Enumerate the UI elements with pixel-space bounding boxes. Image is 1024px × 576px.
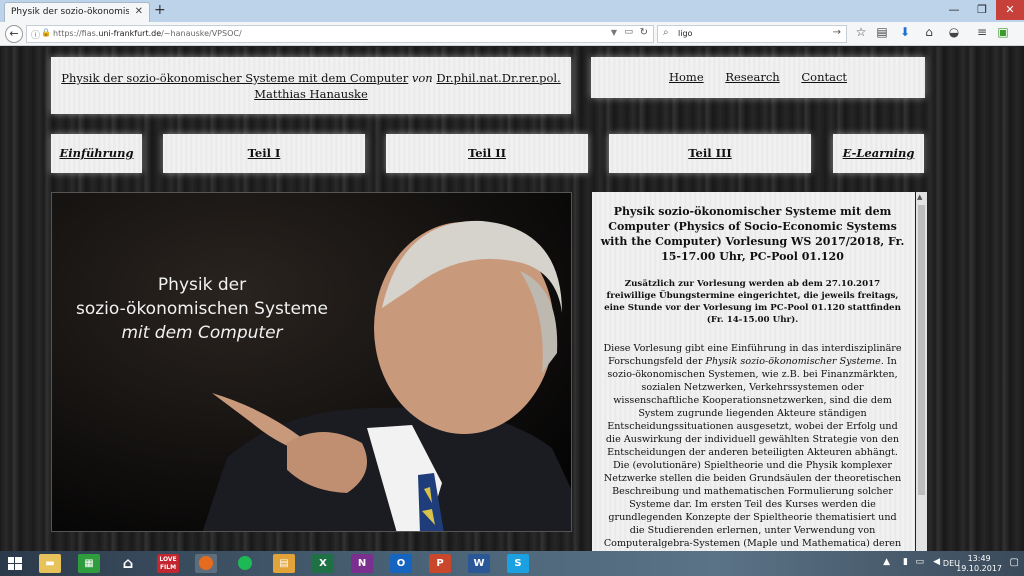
extension-icon[interactable]: ▣ [995, 25, 1011, 39]
bookmark-star-icon[interactable]: ☆ [853, 25, 869, 39]
search-go-icon[interactable]: → [833, 27, 841, 38]
windows-start-icon[interactable] [2, 553, 28, 574]
body-text-rest: . In sozio-ökonomischen Systemen, wie z.… [603, 356, 902, 549]
url-bar[interactable]: ⓘ 🔒 https://fias.uni-frankfurt.de/~hanau… [26, 25, 654, 43]
tray-arrow-icon[interactable]: ▲ [883, 557, 890, 567]
browser-tab[interactable]: Physik der sozio-ökonomische… ✕ [4, 2, 150, 22]
nav-link-research[interactable]: Research [725, 70, 779, 84]
scroll-up-icon[interactable]: ▲ [917, 193, 922, 201]
tab-teil-3[interactable]: Teil III [609, 134, 811, 173]
new-tab-button[interactable]: + [154, 2, 166, 18]
tab-teil-1[interactable]: Teil I [163, 134, 365, 173]
outlook-icon[interactable]: O [390, 554, 412, 573]
back-button[interactable]: ← [5, 25, 23, 43]
title-connector: von [411, 71, 433, 85]
url-dropdown-icon[interactable]: ▼ [611, 28, 617, 37]
tab-einfuehrung[interactable]: Einführung [51, 134, 142, 173]
hero-caption-line-3: mit dem Computer [121, 323, 283, 343]
maximize-button[interactable]: ❐ [968, 0, 996, 20]
hero-caption-line-1: Physik der [157, 275, 247, 295]
hero-caption: Physik der sozio-ökonomischen Systeme mi… [52, 273, 352, 345]
web-page: Physik der sozio-ökonomischer Systeme mi… [0, 47, 1024, 551]
tab-title: Physik der sozio-ökonomische… [11, 7, 129, 17]
clock[interactable]: 13:49 19.10.2017 [956, 554, 1002, 574]
browser-nav-bar: ← ⓘ 🔒 https://fias.uni-frankfurt.de/~han… [0, 22, 1024, 46]
portrait-illustration [52, 193, 571, 531]
spotify-icon[interactable] [234, 554, 256, 573]
hero-caption-line-2: sozio-ökonomischen Systeme [75, 299, 329, 319]
site-title-panel: Physik der sozio-ökonomischer Systeme mi… [51, 57, 571, 114]
lovefilm-icon[interactable]: LOVE FILM [157, 554, 179, 573]
volume-icon[interactable]: ◀ [933, 557, 940, 567]
word-icon[interactable]: W [468, 554, 490, 573]
search-icon: ⌕ [663, 27, 669, 38]
body-text-italic: Physik sozio-ökonomischer Systeme [705, 356, 881, 367]
tab-e-learning[interactable]: E-Learning [833, 134, 924, 173]
onenote-icon[interactable]: N [351, 554, 373, 573]
close-window-button[interactable]: ✕ [996, 0, 1024, 20]
search-value: ligo [678, 29, 693, 38]
minimize-button[interactable]: — [940, 0, 968, 20]
tab-teil-2[interactable]: Teil II [386, 134, 588, 173]
notifications-icon[interactable]: ▢ [1010, 557, 1019, 568]
library-icon[interactable]: ▤ [874, 25, 890, 39]
file-explorer-icon[interactable]: ▬ [39, 554, 61, 573]
site-title-link[interactable]: Physik der sozio-ökonomischer Systeme mi… [61, 71, 408, 85]
excel-icon[interactable]: X [312, 554, 334, 573]
content-body: Diese Vorlesung gibt eine Einführung in … [600, 342, 905, 551]
taskbar: ▬ ▦ ⌂ LOVE FILM ▤ X N O P W S ▲ ▮ ▭ ◀ DE… [0, 551, 1024, 576]
author-line-2: Matthias Hanauske [254, 87, 368, 101]
search-input[interactable]: ⌕ ligo → [657, 25, 847, 43]
content-notice: Zusätzlich zur Vorlesung werden ab dem 2… [604, 279, 901, 325]
content-scrollbar[interactable]: ▲ [916, 192, 927, 551]
main-nav: Home Research Contact [591, 57, 925, 98]
content-panel: Physik sozio-ökonomischer Systeme mit de… [592, 192, 915, 551]
scroll-thumb[interactable] [918, 205, 925, 495]
lock-icon: 🔒 [41, 28, 51, 37]
nav-link-contact[interactable]: Contact [801, 70, 847, 84]
info-icon[interactable]: ⓘ [31, 28, 40, 41]
reader-view-icon[interactable]: ▭ [624, 27, 633, 37]
reload-icon[interactable]: ↻ [640, 27, 648, 38]
pocket-icon[interactable]: ◒ [946, 25, 962, 39]
powerpoint-icon[interactable]: P [429, 554, 451, 573]
battery-icon[interactable]: ▮ [903, 557, 908, 567]
content-heading: Physik sozio-ökonomischer Systeme mit de… [600, 205, 905, 263]
hero-image: Physik der sozio-ökonomischen Systeme mi… [51, 192, 572, 532]
network-icon[interactable]: ▭ [915, 557, 924, 567]
home-app-icon[interactable]: ⌂ [117, 554, 139, 573]
skype-icon[interactable]: S [507, 554, 529, 573]
firefox-icon[interactable] [195, 554, 217, 573]
notes-icon[interactable]: ▤ [273, 554, 295, 573]
nav-link-home[interactable]: Home [669, 70, 704, 84]
browser-tab-bar: Physik der sozio-ökonomische… ✕ + — ❐ ✕ [0, 0, 1024, 22]
store-icon[interactable]: ▦ [78, 554, 100, 573]
url-host: uni-frankfurt.de [98, 29, 162, 38]
menu-icon[interactable]: ≡ [974, 25, 990, 39]
clock-time: 13:49 [967, 554, 991, 563]
url-path: /~hanauske/VPSOC/ [161, 29, 242, 38]
clock-date: 19.10.2017 [956, 564, 1002, 573]
tab-close-icon[interactable]: ✕ [135, 6, 143, 17]
url-prefix: https://fias. [53, 29, 99, 38]
download-icon[interactable]: ⬇ [897, 25, 913, 39]
author-line-1: Dr.phil.nat.Dr.rer.pol. [436, 71, 561, 85]
home-icon[interactable]: ⌂ [921, 25, 937, 39]
